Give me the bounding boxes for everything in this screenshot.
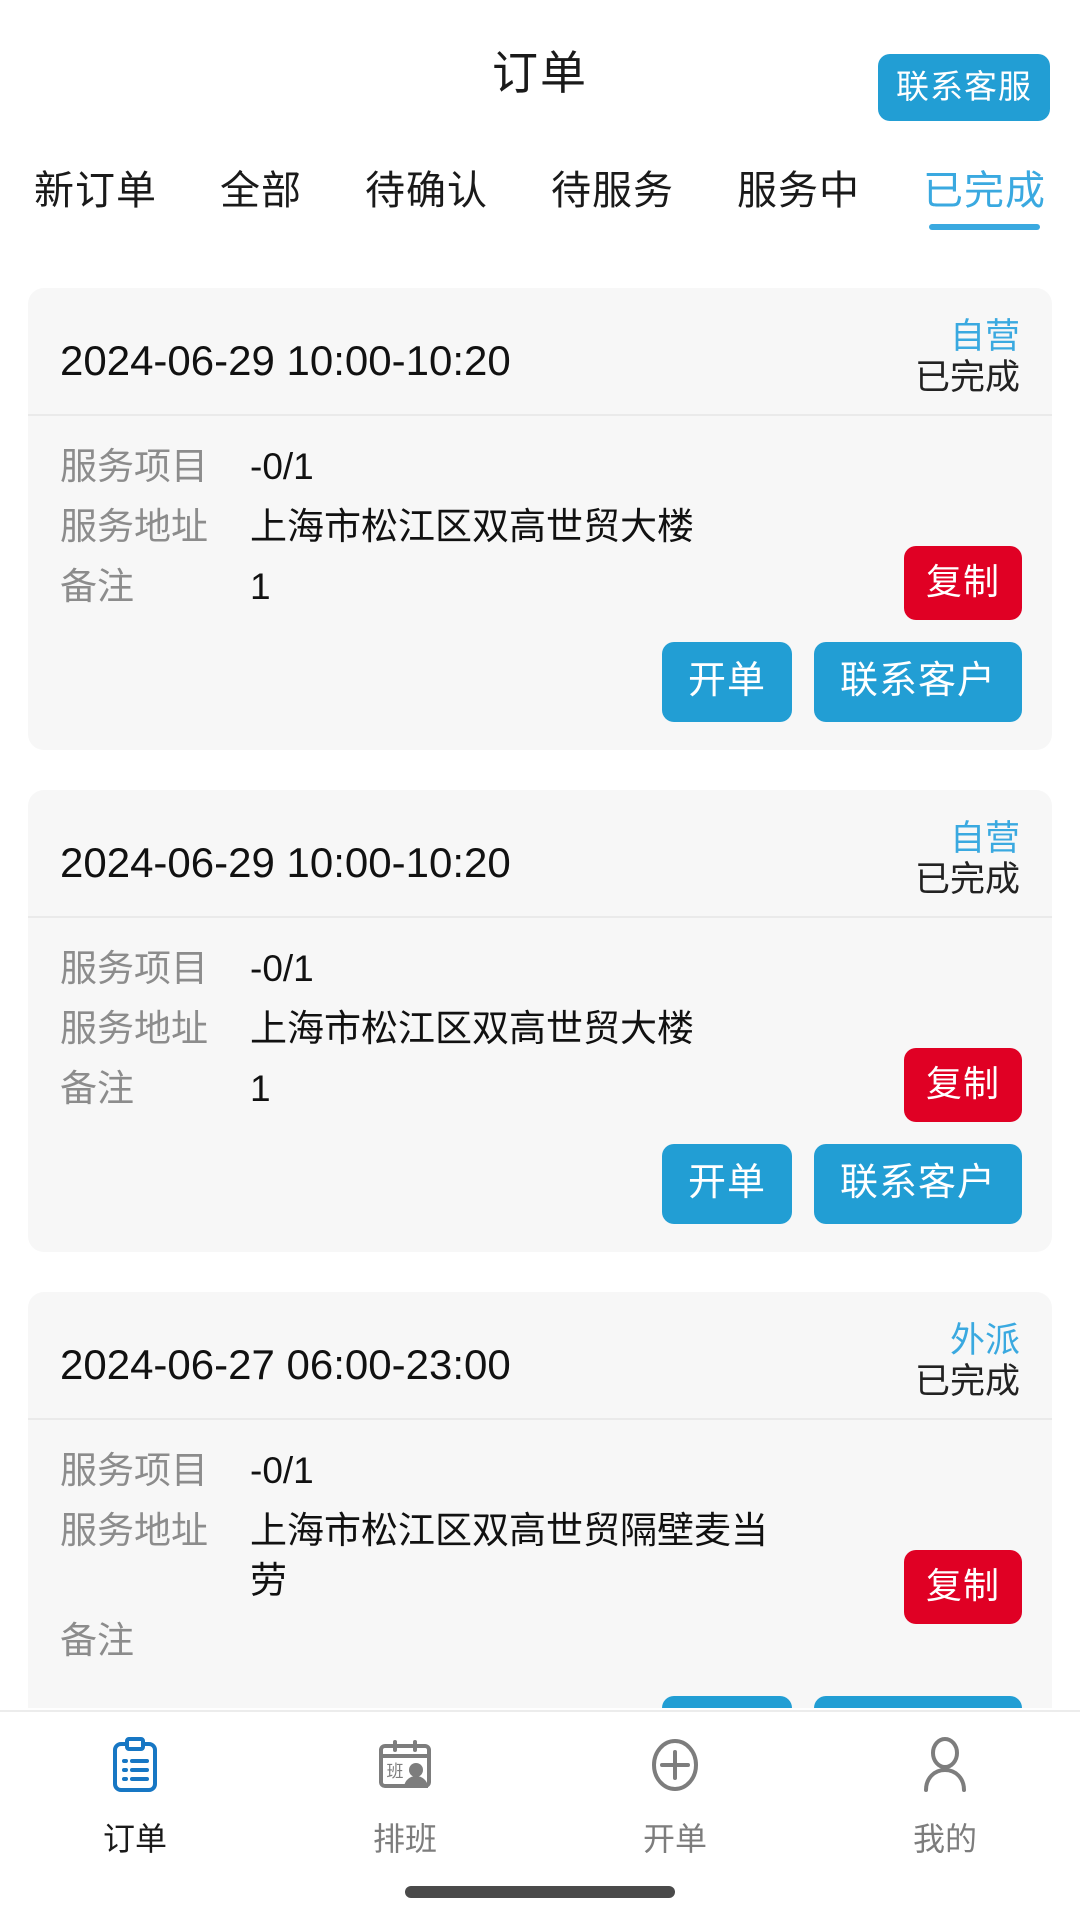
order-card[interactable]: 2024-06-29 10:00-10:20 自营 已完成 服务项目 -0/1 …	[28, 288, 1052, 750]
order-card[interactable]: 2024-06-29 10:00-10:20 自营 已完成 服务项目 -0/1 …	[28, 790, 1052, 1252]
clipboard-list-icon	[99, 1730, 171, 1802]
order-actions: 开单 联系客户	[60, 1696, 1022, 1708]
service-address-label: 服务地址	[60, 506, 208, 548]
nav-label-schedule: 排班	[372, 1821, 437, 1857]
contact-support-button[interactable]: 联系客服	[878, 54, 1050, 121]
tab-pending-confirm[interactable]: 待确认	[365, 158, 488, 230]
create-order-button[interactable]: 开单	[661, 642, 792, 722]
service-item-row: 服务项目 -0/1	[60, 1446, 1022, 1496]
order-status-tabs: 新订单 全部 待确认 待服务 服务中 已完成	[0, 140, 1080, 250]
service-address-label: 服务地址	[60, 1510, 208, 1552]
tab-new-orders[interactable]: 新订单	[34, 158, 157, 230]
remark-row: 备注 1	[60, 562, 1022, 612]
page-title: 订单	[492, 47, 588, 99]
order-tags: 自营 已完成	[915, 316, 1020, 399]
order-tags: 外派 已完成	[915, 1320, 1020, 1403]
copy-address-button[interactable]: 复制	[903, 546, 1022, 621]
calendar-person-icon: 班	[369, 1730, 441, 1802]
remark-label: 备注	[60, 566, 134, 608]
order-card-body: 服务项目 -0/1 服务地址 上海市松江区双高世贸大楼 备注 1 复制 开单 联…	[28, 416, 1052, 750]
nav-item-create-order[interactable]: 开单	[540, 1712, 810, 1860]
create-order-button[interactable]: 开单	[661, 1144, 792, 1224]
contact-customer-button[interactable]: 联系客户	[813, 1696, 1022, 1708]
tab-in-service[interactable]: 服务中	[737, 158, 860, 230]
contact-customer-button[interactable]: 联系客户	[813, 1144, 1022, 1224]
service-address-row: 服务地址 上海市松江区双高世贸大楼	[60, 502, 1022, 552]
service-item-label: 服务项目	[60, 948, 208, 990]
tab-pending-service[interactable]: 待服务	[551, 158, 674, 230]
contact-customer-button[interactable]: 联系客户	[813, 642, 1022, 722]
remark-value	[250, 1616, 1022, 1666]
home-indicator	[405, 1886, 675, 1898]
service-address-value: 上海市松江区双高世贸隔壁麦当劳	[250, 1510, 768, 1602]
nav-label-create-order: 开单	[642, 1821, 707, 1857]
remark-row: 备注	[60, 1616, 1022, 1666]
nav-label-profile: 我的	[912, 1821, 977, 1857]
order-card-header: 2024-06-29 10:00-10:20 自营 已完成	[28, 288, 1052, 417]
order-datetime: 2024-06-27 06:00-23:00	[60, 1341, 511, 1388]
order-status-badge: 已完成	[914, 860, 1020, 900]
nav-item-profile[interactable]: 我的	[810, 1712, 1080, 1860]
plus-circle-icon	[639, 1730, 711, 1802]
nav-label-orders: 订单	[102, 1821, 167, 1857]
order-actions: 开单 联系客户	[60, 642, 1022, 722]
service-item-value: -0/1	[250, 1450, 314, 1492]
service-item-row: 服务项目 -0/1	[60, 944, 1022, 994]
nav-item-orders[interactable]: 订单	[0, 1712, 270, 1860]
copy-address-button[interactable]: 复制	[903, 1048, 1022, 1123]
remark-row: 备注 1	[60, 1064, 1022, 1114]
order-actions: 开单 联系客户	[60, 1144, 1022, 1224]
service-address-label: 服务地址	[60, 1008, 208, 1050]
order-type-badge: 自营	[949, 317, 1020, 356]
remark-label: 备注	[60, 1068, 134, 1110]
service-address-row: 服务地址 上海市松江区双高世贸大楼	[60, 1004, 1022, 1054]
order-datetime: 2024-06-29 10:00-10:20	[60, 337, 511, 384]
service-item-label: 服务项目	[60, 1450, 208, 1492]
bottom-navigation: 订单 班 排班 开单 我的	[0, 1710, 1080, 1920]
order-card-body: 服务项目 -0/1 服务地址 上海市松江区双高世贸大楼 备注 1 复制 开单 联…	[28, 918, 1052, 1252]
tab-completed[interactable]: 已完成	[923, 158, 1046, 230]
copy-address-button[interactable]: 复制	[903, 1550, 1022, 1625]
svg-text:班: 班	[387, 1762, 404, 1781]
create-order-button[interactable]: 开单	[661, 1696, 792, 1708]
order-card-header: 2024-06-29 10:00-10:20 自营 已完成	[28, 790, 1052, 919]
order-status-badge: 已完成	[914, 358, 1020, 398]
order-card-header: 2024-06-27 06:00-23:00 外派 已完成	[28, 1292, 1052, 1421]
service-item-value: -0/1	[250, 948, 314, 990]
service-address-value: 上海市松江区双高世贸大楼	[250, 506, 694, 548]
nav-item-schedule[interactable]: 班 排班	[270, 1712, 540, 1860]
remark-label: 备注	[60, 1620, 134, 1661]
order-datetime: 2024-06-29 10:00-10:20	[60, 839, 511, 886]
service-item-value: -0/1	[250, 446, 314, 488]
person-icon	[909, 1730, 981, 1802]
order-status-badge: 已完成	[914, 1362, 1020, 1402]
tab-all[interactable]: 全部	[220, 158, 302, 230]
app-header: 订单 联系客服	[0, 0, 1080, 140]
service-address-value: 上海市松江区双高世贸大楼	[250, 1008, 694, 1050]
service-address-row: 服务地址 上海市松江区双高世贸隔壁麦当劳	[60, 1506, 1022, 1606]
order-card-body: 服务项目 -0/1 服务地址 上海市松江区双高世贸隔壁麦当劳 备注 复制 开单 …	[28, 1420, 1052, 1708]
order-type-badge: 外派	[949, 1321, 1020, 1360]
order-card[interactable]: 2024-06-27 06:00-23:00 外派 已完成 服务项目 -0/1 …	[28, 1292, 1052, 1708]
order-tags: 自营 已完成	[915, 818, 1020, 901]
order-type-badge: 自营	[949, 819, 1020, 858]
service-item-row: 服务项目 -0/1	[60, 442, 1022, 492]
order-list[interactable]: 2024-06-29 10:00-10:20 自营 已完成 服务项目 -0/1 …	[0, 288, 1080, 1708]
service-item-label: 服务项目	[60, 446, 208, 488]
